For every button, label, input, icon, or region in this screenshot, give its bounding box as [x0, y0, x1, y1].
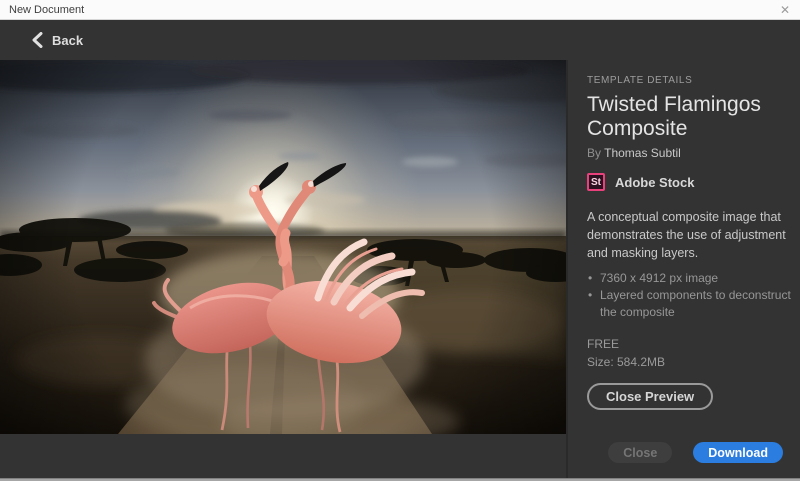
- template-bullet-list: 7360 x 4912 px image Layered components …: [587, 270, 797, 321]
- adobe-stock-row: St Adobe Stock: [587, 173, 799, 191]
- template-details-panel: TEMPLATE DETAILS Twisted Flamingos Compo…: [566, 60, 800, 481]
- adobe-stock-icon: St: [587, 173, 605, 191]
- section-label: TEMPLATE DETAILS: [587, 75, 799, 86]
- window-titlebar: New Document ✕: [0, 0, 800, 20]
- file-size-label: Size: 584.2MB: [587, 355, 799, 369]
- bullet-item: Layered components to deconstruct the co…: [587, 287, 797, 321]
- template-preview-area: [0, 60, 566, 481]
- window-close-button[interactable]: ✕: [770, 0, 800, 20]
- window-title: New Document: [9, 4, 84, 16]
- price-label: FREE: [587, 337, 799, 351]
- back-button-label: Back: [52, 33, 83, 48]
- bullet-item: 7360 x 4912 px image: [587, 270, 797, 287]
- template-description: A conceptual composite image that demons…: [587, 208, 799, 262]
- template-preview-image: [0, 60, 566, 434]
- chevron-left-icon: [31, 32, 43, 48]
- template-byline: By Thomas Subtil: [587, 146, 799, 160]
- template-title: Twisted Flamingos Composite: [587, 93, 799, 141]
- new-document-dialog: Back: [0, 20, 800, 481]
- byline-prefix: By: [587, 146, 604, 160]
- back-button[interactable]: Back: [0, 20, 800, 60]
- close-button[interactable]: Close: [608, 442, 672, 463]
- adobe-stock-label: Adobe Stock: [615, 175, 694, 190]
- close-icon: ✕: [780, 3, 790, 17]
- dialog-footer-actions: Close Download: [608, 442, 783, 463]
- close-preview-button[interactable]: Close Preview: [587, 383, 713, 410]
- download-button[interactable]: Download: [693, 442, 783, 463]
- template-author: Thomas Subtil: [604, 146, 681, 160]
